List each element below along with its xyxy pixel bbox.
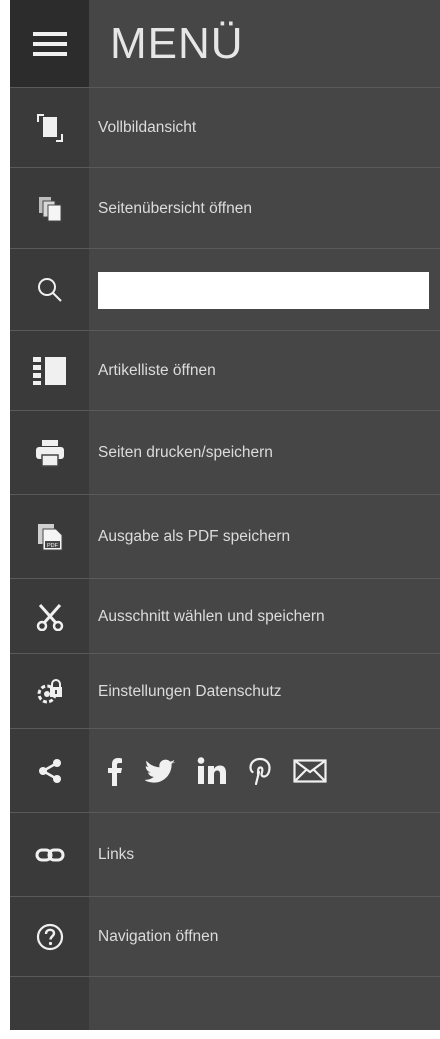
menu-item-label: Seiten drucken/speichern: [98, 444, 273, 461]
privacy-settings-icon: [37, 678, 62, 703]
printer-icon: [35, 440, 64, 467]
hamburger-icon: [32, 31, 67, 56]
menu-item-label: Artikelliste öffnen: [98, 362, 216, 379]
menu-item-search: [10, 248, 440, 331]
linkedin-icon[interactable]: [197, 757, 227, 785]
facebook-icon[interactable]: [107, 756, 123, 786]
fullscreen-icon: [36, 114, 63, 142]
menu-item-share: [10, 728, 440, 813]
menu-item-fullscreen[interactable]: Vollbildansicht: [10, 87, 440, 168]
help-icon: [36, 923, 63, 951]
search-input[interactable]: [98, 271, 429, 309]
mail-icon[interactable]: [293, 759, 327, 783]
link-icon: [35, 848, 64, 862]
menu-item-label: Ausschnitt wählen und speichern: [98, 607, 325, 625]
scissors-icon: [36, 603, 63, 631]
divider: [10, 976, 440, 977]
side-menu-panel: MENÜ Vollbildansicht Seitenübersicht öff…: [10, 0, 440, 1030]
menu-item-label: Links: [98, 846, 135, 863]
menu-item-article-list[interactable]: Artikelliste öffnen: [10, 330, 440, 411]
menu-item-page-overview[interactable]: Seitenübersicht öffnen: [10, 167, 440, 249]
pages-icon: [38, 196, 61, 221]
menu-item-label: Navigation öffnen: [98, 928, 219, 945]
share-icon: [38, 759, 61, 783]
menu-item-pdf[interactable]: PDF Ausgabe als PDF speichern: [10, 494, 440, 579]
menu-item-print[interactable]: Seiten drucken/speichern: [10, 410, 440, 495]
search-icon: [37, 278, 62, 302]
menu-item-label: Einstellungen Datenschutz: [98, 682, 282, 700]
menu-item-links[interactable]: Links: [10, 812, 440, 897]
menu-item-navigation[interactable]: Navigation öffnen: [10, 896, 440, 977]
menu-item-label: Seitenübersicht öffnen: [98, 199, 252, 217]
menu-item-privacy[interactable]: Einstellungen Datenschutz: [10, 653, 440, 729]
menu-item-label: Ausgabe als PDF speichern: [98, 528, 291, 545]
menu-item-clip[interactable]: Ausschnitt wählen und speichern: [10, 578, 440, 654]
pdf-icon: PDF: [37, 524, 62, 551]
social-share-links: [89, 756, 327, 786]
twitter-icon[interactable]: [145, 758, 175, 784]
svg-text:PDF: PDF: [47, 543, 59, 549]
menu-title: MENÜ: [110, 19, 244, 68]
article-list-icon: [32, 357, 66, 385]
pinterest-icon[interactable]: [249, 757, 271, 785]
menu-item-label: Vollbildansicht: [98, 119, 197, 136]
menu-toggle-button[interactable]: [10, 0, 89, 87]
